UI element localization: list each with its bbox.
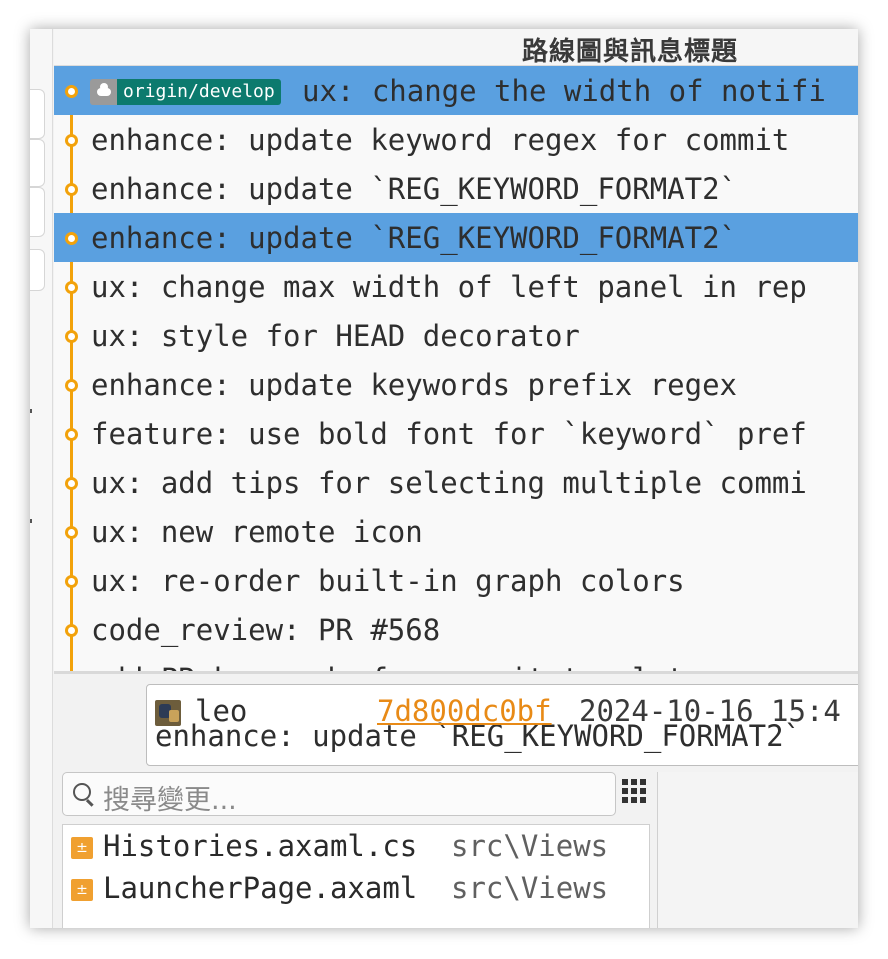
commit-tooltip: enhance: update `REG_KEYWORD_FORMAT2` le… bbox=[146, 684, 858, 766]
commit-row[interactable]: enhance: update `REG_KEYWORD_FORMAT2` bbox=[54, 164, 858, 213]
commit-row[interactable]: enhance: update keywords prefix regex bbox=[54, 360, 858, 409]
commit-message: enhance: update `REG_KEYWORD_FORMAT2` bbox=[91, 221, 738, 255]
file-name: Histories.axaml.cs bbox=[103, 829, 418, 863]
modified-status-icon: ± bbox=[71, 837, 93, 859]
file-path: src\Views bbox=[451, 871, 609, 905]
changed-file-item[interactable]: ± LauncherPage.axaml src\Views bbox=[63, 869, 649, 909]
commit-list[interactable]: origin/develop ux: change the width of n… bbox=[54, 66, 858, 671]
commit-message: ux: re-order built-in graph colors bbox=[91, 564, 685, 598]
commit-row[interactable]: enhance: update `REG_KEYWORD_FORMAT2` bbox=[54, 213, 858, 262]
graph-node bbox=[65, 134, 78, 147]
commit-message: ux: change max width of left panel in re… bbox=[91, 270, 807, 304]
file-path: src\Views bbox=[451, 829, 609, 863]
graph-node bbox=[65, 575, 78, 588]
commit-date: 2024-10-16 15:4 bbox=[579, 694, 841, 728]
graph-and-subject-header: 路線圖與訊息標題 bbox=[522, 37, 739, 67]
left-sidebar-strip bbox=[30, 29, 53, 928]
graph-node bbox=[65, 183, 78, 196]
commit-message: feature: use bold font for `keyword` pre… bbox=[91, 417, 807, 451]
graph-node bbox=[65, 428, 78, 441]
commit-row[interactable]: code_review: PR #568 bbox=[54, 605, 858, 654]
commit-message: ux: add tips for selecting multiple comm… bbox=[91, 466, 807, 500]
search-placeholder: 搜尋變更... bbox=[103, 785, 237, 816]
commit-author: leo bbox=[195, 694, 248, 728]
commit-row[interactable]: ux: add tips for selecting multiple comm… bbox=[54, 458, 858, 507]
sidebar-tab[interactable] bbox=[30, 187, 45, 237]
commit-row[interactable]: ux: style for HEAD decorator bbox=[54, 311, 858, 360]
search-icon bbox=[73, 783, 91, 801]
sidebar-marker bbox=[30, 519, 32, 523]
commit-message: ux: change the width of notifi bbox=[302, 74, 826, 108]
commit-message: ux: new remote icon bbox=[91, 515, 423, 549]
commit-row[interactable]: ux: new remote icon bbox=[54, 507, 858, 556]
commit-message: code_review: PR #568 bbox=[91, 613, 441, 647]
author-avatar bbox=[155, 700, 181, 726]
commit-message: enhance: update keyword regex for commit bbox=[91, 123, 790, 157]
commit-row[interactable]: enhance: update keyword regex for commit bbox=[54, 115, 858, 164]
commit-detail-panel: enhance: update `REG_KEYWORD_FORMAT2` le… bbox=[54, 674, 858, 928]
changed-file-item[interactable]: ± Histories.axaml.cs src\Views bbox=[63, 827, 649, 867]
app-window: 路線圖與訊息標題 origin/develop ux: change the w… bbox=[30, 29, 858, 928]
graph-node bbox=[65, 85, 78, 98]
commit-sha-link[interactable]: 7d800dc0bf bbox=[377, 694, 552, 728]
graph-node bbox=[65, 281, 78, 294]
commit-message: add PR keywords for commit templates bbox=[91, 662, 720, 671]
sidebar-marker bbox=[30, 409, 32, 413]
modified-status-icon: ± bbox=[71, 879, 93, 901]
graph-node bbox=[65, 330, 78, 343]
commit-row[interactable]: origin/develop ux: change the width of n… bbox=[54, 66, 858, 115]
sidebar-tab[interactable] bbox=[30, 89, 45, 139]
commit-message: enhance: update `REG_KEYWORD_FORMAT2` bbox=[91, 172, 738, 206]
branch-badge[interactable]: origin/develop bbox=[90, 79, 281, 105]
file-name: LauncherPage.axaml bbox=[103, 871, 418, 905]
commit-message: enhance: update keywords prefix regex bbox=[91, 368, 738, 402]
commit-row[interactable]: ux: change max width of left panel in re… bbox=[54, 262, 858, 311]
branch-badge-label: origin/develop bbox=[117, 79, 281, 105]
changes-search-input[interactable]: 搜尋變更... bbox=[62, 772, 616, 816]
graph-node bbox=[65, 232, 78, 245]
sidebar-tab[interactable] bbox=[30, 139, 45, 187]
graph-node bbox=[65, 477, 78, 490]
commit-list-header: 路線圖與訊息標題 bbox=[54, 29, 858, 67]
diff-preview-pane bbox=[657, 772, 858, 928]
graph-node bbox=[65, 379, 78, 392]
graph-node bbox=[65, 526, 78, 539]
commit-row[interactable]: feature: use bold font for `keyword` pre… bbox=[54, 409, 858, 458]
graph-node bbox=[65, 624, 78, 637]
commit-row[interactable]: add PR keywords for commit templates bbox=[54, 654, 858, 671]
changed-files-list[interactable]: ± Histories.axaml.cs src\Views ± Launche… bbox=[62, 824, 650, 928]
grid-view-icon[interactable] bbox=[622, 779, 650, 807]
sidebar-tab[interactable] bbox=[30, 249, 45, 291]
commit-message: ux: style for HEAD decorator bbox=[91, 319, 580, 353]
cloud-icon bbox=[90, 79, 117, 105]
commit-row[interactable]: ux: re-order built-in graph colors bbox=[54, 556, 858, 605]
